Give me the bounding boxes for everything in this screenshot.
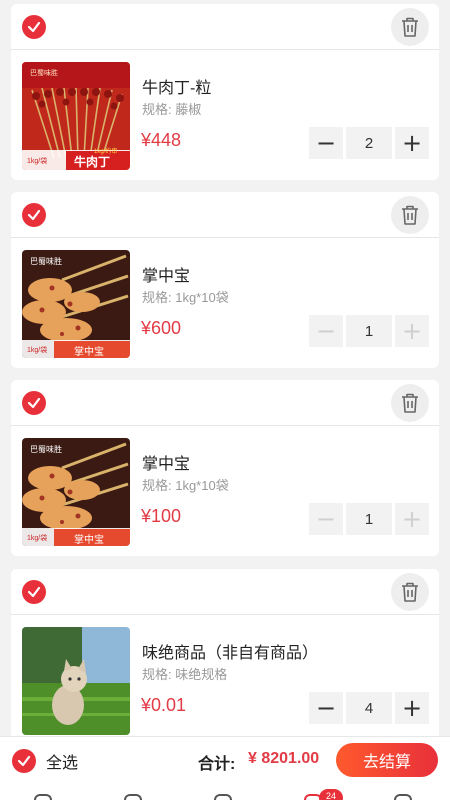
cart-count-badge: 24: [319, 789, 343, 800]
thumb-brand: 巴蜀味胜: [30, 70, 58, 77]
item-checkbox[interactable]: [22, 15, 46, 39]
delete-button[interactable]: [391, 573, 429, 611]
delete-button[interactable]: [391, 384, 429, 422]
checkmark-icon: [17, 755, 31, 767]
profile-tab-icon[interactable]: [394, 794, 412, 800]
cart-item: 巴蜀味胜 1kg/袋 掌中宝 掌中宝 规格: 1kg*10袋 ¥600 − 1 …: [11, 192, 439, 368]
product-image-chicken-cartilage[interactable]: 巴蜀味胜 1kg/袋 掌中宝: [22, 438, 130, 546]
thumb-caption: 掌中宝: [74, 535, 104, 546]
total-value: ¥ 8201.00: [248, 750, 320, 767]
trash-icon: [402, 17, 418, 37]
thumb-tag: 1kg/袋: [27, 158, 48, 165]
product-spec: 规格: 味绝规格: [142, 667, 228, 682]
item-checkbox[interactable]: [22, 580, 46, 604]
checkmark-icon: [27, 397, 41, 409]
trash-icon: [402, 205, 418, 225]
checkmark-icon: [27, 586, 41, 598]
product-spec: 规格: 1kg*10袋: [142, 290, 229, 305]
delete-button[interactable]: [391, 196, 429, 234]
trash-icon: [402, 582, 418, 602]
thumb-brand: 巴蜀味胜: [30, 445, 62, 454]
quantity-value[interactable]: 2: [346, 127, 392, 159]
product-title[interactable]: 掌中宝: [142, 450, 190, 474]
select-all-checkbox[interactable]: [12, 749, 36, 773]
increase-button[interactable]: +: [395, 127, 429, 159]
increase-button[interactable]: +: [395, 692, 429, 724]
product-price: ¥100: [141, 506, 182, 526]
quantity-stepper: − 2 +: [309, 127, 429, 159]
checkmark-icon: [27, 209, 41, 221]
delete-button[interactable]: [391, 8, 429, 46]
cart-item: 巴蜀味胜 1kg/袋 掌中宝 掌中宝 规格: 1kg*10袋 ¥100 − 1 …: [11, 380, 439, 556]
checkout-button[interactable]: 去结算: [336, 743, 438, 777]
increase-button[interactable]: +: [395, 315, 429, 347]
decrease-button[interactable]: −: [309, 315, 343, 347]
product-image-beef-skewers[interactable]: 巴蜀味胜 1kg/约串 1kg/袋 牛肉丁: [22, 62, 130, 170]
tab-bar: 24: [0, 786, 450, 800]
cart-list: 巴蜀味胜 1kg/约串 1kg/袋 牛肉丁 牛肉丁-粒 规格: 藤椒 ¥448 …: [0, 0, 450, 736]
product-spec: 规格: 1kg*10袋: [142, 478, 229, 493]
select-all[interactable]: 全选: [12, 749, 78, 773]
total-label: 合计:: [198, 756, 236, 773]
thumb-tag: 1kg/袋: [27, 535, 48, 542]
trash-icon: [402, 393, 418, 413]
decrease-button[interactable]: −: [309, 127, 343, 159]
quantity-stepper: − 1 +: [309, 503, 429, 535]
product-image-kitten[interactable]: [22, 627, 130, 735]
increase-button[interactable]: +: [395, 503, 429, 535]
product-title[interactable]: 味绝商品（非自有商品）: [142, 639, 318, 663]
product-title[interactable]: 掌中宝: [142, 262, 190, 286]
product-spec: 规格: 藤椒: [142, 102, 202, 117]
product-price: ¥448: [141, 130, 182, 150]
discover-tab-icon[interactable]: [214, 794, 232, 800]
quantity-stepper: − 1 +: [309, 315, 429, 347]
checkmark-icon: [27, 21, 41, 33]
checkout-bar: 全选 合计: ¥ 8201.00 去结算: [0, 736, 450, 786]
cart-item: 巴蜀味胜 1kg/约串 1kg/袋 牛肉丁 牛肉丁-粒 规格: 藤椒 ¥448 …: [11, 4, 439, 180]
thumb-brand: 巴蜀味胜: [30, 257, 62, 266]
cart-item-header: [11, 380, 439, 426]
cart-item-header: [11, 569, 439, 615]
product-title[interactable]: 牛肉丁-粒: [142, 74, 211, 98]
cart-item-header: [11, 192, 439, 238]
product-image-chicken-cartilage[interactable]: 巴蜀味胜 1kg/袋 掌中宝: [22, 250, 130, 358]
quantity-value[interactable]: 1: [346, 503, 392, 535]
home-tab-icon[interactable]: [34, 794, 52, 800]
category-tab-icon[interactable]: [124, 794, 142, 800]
product-price: ¥600: [141, 318, 182, 338]
quantity-value[interactable]: 4: [346, 692, 392, 724]
decrease-button[interactable]: −: [309, 692, 343, 724]
item-checkbox[interactable]: [22, 391, 46, 415]
cart-item: 味绝商品（非自有商品） 规格: 味绝规格 ¥0.01 − 4 +: [11, 569, 439, 736]
thumb-caption: 掌中宝: [74, 347, 104, 358]
decrease-button[interactable]: −: [309, 503, 343, 535]
cart-item-header: [11, 4, 439, 50]
thumb-tag: 1kg/袋: [27, 347, 48, 354]
item-checkbox[interactable]: [22, 203, 46, 227]
quantity-stepper: − 4 +: [309, 692, 429, 724]
select-all-label: 全选: [46, 755, 79, 772]
product-price: ¥0.01: [141, 695, 187, 715]
quantity-value[interactable]: 1: [346, 315, 392, 347]
thumb-caption: 牛肉丁: [74, 155, 111, 169]
